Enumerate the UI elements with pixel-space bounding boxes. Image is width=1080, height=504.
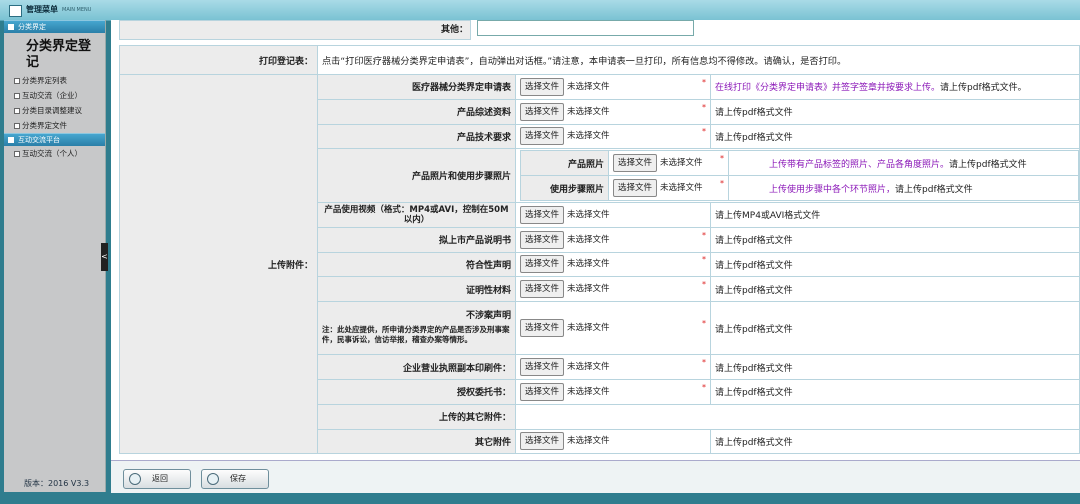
version-label: 版本：2016 V3.3 (24, 479, 90, 488)
required-mark: * (702, 382, 706, 392)
choose-file-button[interactable]: 选择文件 (613, 179, 658, 198)
row-label: 拟上市产品说明书 (317, 226, 516, 253)
row-label: 符合性声明 (317, 251, 516, 278)
row-label: 企业营业执照副本印刷件： (317, 354, 516, 380)
file-status: 未选择文件 (567, 234, 610, 245)
required-mark: * (702, 77, 706, 87)
row-hint: 在线打印《分类界定申请表》并签字签章并按要求上传。请上传pdf格式文件。 (710, 74, 1080, 100)
choose-file-button[interactable]: 选择文件 (520, 77, 565, 96)
print-instructions[interactable]: 点击“打印医疗器械分类界定申请表”，自动弹出对话框。”请注意，本申请表一旦打印，… (317, 45, 1080, 75)
main-content: 其他： 打印登记表： 点击“打印医疗器械分类界定申请表”，自动弹出对话框。”请注… (111, 20, 1080, 460)
noninvolve-label: 不涉案声明 注：此处应提供，所申请分类界定的产品是否涉及刑事案件，民事诉讼，信访… (317, 301, 516, 356)
file-status: 未选择文件 (660, 183, 703, 194)
file-status: 未选择文件 (567, 323, 610, 334)
row-label: 产品照片 (520, 150, 609, 177)
required-mark: * (720, 179, 724, 189)
row-label: 证明性材料 (317, 276, 516, 303)
row-label: 授权委托书： (317, 378, 516, 405)
section-icon (8, 24, 14, 30)
file-status: 未选择文件 (567, 284, 610, 295)
other-input[interactable] (477, 20, 694, 36)
upload-form: 打印登记表： 点击“打印医疗器械分类界定申请表”，自动弹出对话框。”请注意，本申… (119, 45, 1080, 455)
sidebar-item-list[interactable]: 分类界定列表 (4, 73, 105, 88)
other-label: 其他： (441, 25, 469, 35)
other-field-row: 其他： (111, 20, 1080, 40)
row-label: 产品综述资料 (317, 98, 516, 125)
top-bar: 管理菜单 MAIN MENU (0, 0, 1080, 21)
row-hint: 请上传pdf格式文件 (710, 98, 1080, 125)
row-label: 医疗器械分类界定申请表 (317, 74, 516, 100)
row-hint: 请上传pdf格式文件 (710, 301, 1080, 356)
file-status: 未选择文件 (567, 131, 610, 142)
required-mark: * (702, 358, 706, 368)
file-status: 未选择文件 (567, 386, 610, 397)
file-status: 未选择文件 (567, 81, 610, 92)
back-icon (129, 473, 141, 485)
print-application-link[interactable]: 在线打印《分类界定申请表》并签字签章并按要求上传。 (715, 83, 940, 93)
choose-file-button[interactable]: 选择文件 (520, 127, 565, 146)
row-hint: 请上传pdf格式文件 (710, 226, 1080, 253)
menu-subtitle: MAIN MENU (62, 7, 92, 13)
choose-file-button[interactable]: 选择文件 (520, 319, 565, 338)
required-mark: * (702, 319, 706, 329)
save-icon (207, 473, 219, 485)
print-label: 打印登记表： (119, 45, 318, 75)
photo-subtable: 产品照片 选择文件 未选择文件 * 上传带有产品标签的照片、产品各角度照片。请上传p… (520, 150, 1079, 201)
file-status: 未选择文件 (567, 209, 610, 220)
sidebar-current-page: 分类界定登记 (26, 39, 92, 70)
window-icon (9, 5, 22, 17)
sidebar-item-catalog-suggestion[interactable]: 分类目录调整建议 (4, 103, 105, 118)
row-hint: 请上传pdf格式文件 (710, 276, 1080, 303)
other-attach-label: 上传的其它附件： (317, 403, 516, 430)
choose-file-button[interactable]: 选择文件 (520, 205, 565, 224)
sidebar-section-exchange[interactable]: 互动交流平台 (4, 133, 105, 146)
footer-bar: 返回 保存 (111, 460, 1080, 493)
choose-file-button[interactable]: 选择文件 (613, 154, 658, 173)
sidebar: 分类界定 分类界定登记 分类界定列表 互动交流（企业） 分类目录调整建议 分类界… (4, 20, 106, 492)
file-status: 未选择文件 (567, 436, 610, 447)
row-label: 产品技术要求 (317, 123, 516, 150)
menu-title: 管理菜单 (26, 5, 58, 14)
choose-file-button[interactable]: 选择文件 (520, 230, 565, 249)
save-button[interactable]: 保存 (201, 469, 269, 489)
file-status: 未选择文件 (660, 158, 703, 169)
row-label: 产品使用视频（格式：MP4或AVI，控制在50M以内） (317, 201, 516, 228)
required-mark: * (702, 230, 706, 240)
row-hint: 上传带有产品标签的照片、产品各角度照片。请上传pdf格式文件 (728, 150, 1079, 177)
row-hint: 请上传pdf格式文件 (710, 354, 1080, 380)
sidebar-section-classification[interactable]: 分类界定 (4, 20, 105, 33)
choose-file-button[interactable]: 选择文件 (520, 432, 565, 451)
row-hint: 请上传pdf格式文件 (710, 378, 1080, 405)
collapse-sidebar-handle[interactable]: < (101, 243, 108, 271)
row-label: 其它附件 (317, 428, 516, 455)
row-hint: 请上传pdf格式文件 (710, 123, 1080, 150)
sidebar-item-personal-exchange[interactable]: 互动交流（个人） (4, 146, 105, 161)
choose-file-button[interactable]: 选择文件 (520, 280, 565, 299)
row-label: 使用步骤照片 (520, 175, 609, 201)
choose-file-button[interactable]: 选择文件 (520, 358, 565, 377)
choose-file-button[interactable]: 选择文件 (520, 102, 565, 121)
sidebar-item-docs[interactable]: 分类界定文件 (4, 118, 105, 133)
file-status: 未选择文件 (567, 259, 610, 270)
row-hint: 请上传pdf格式文件 (710, 251, 1080, 278)
required-mark: * (702, 127, 706, 137)
upload-label: 上传附件： (119, 73, 318, 455)
file-status: 未选择文件 (567, 362, 610, 373)
row-hint: 请上传pdf格式文件 (710, 428, 1080, 455)
choose-file-button[interactable]: 选择文件 (520, 382, 565, 401)
photo-group-label: 产品照片和使用步骤照片 (317, 148, 516, 203)
choose-file-button[interactable]: 选择文件 (520, 255, 565, 274)
row-hint: 请上传MP4或AVI格式文件 (710, 201, 1080, 228)
back-button[interactable]: 返回 (123, 469, 191, 489)
file-status: 未选择文件 (567, 106, 610, 117)
section-icon (8, 137, 14, 143)
required-mark: * (702, 102, 706, 112)
required-mark: * (720, 154, 724, 164)
sidebar-item-enterprise-exchange[interactable]: 互动交流（企业） (4, 88, 105, 103)
required-mark: * (702, 280, 706, 290)
required-mark: * (702, 255, 706, 265)
row-hint: 上传使用步骤中各个环节照片，请上传pdf格式文件 (728, 175, 1079, 201)
